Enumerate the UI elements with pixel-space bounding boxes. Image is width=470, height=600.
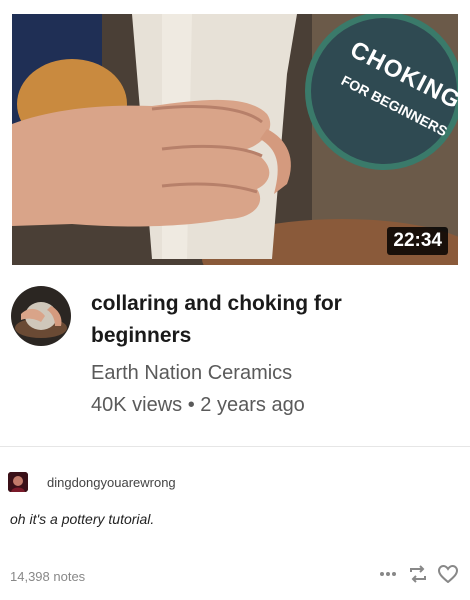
divider [0, 446, 470, 447]
upload-age: 2 years ago [200, 394, 305, 416]
heart-icon[interactable] [438, 564, 458, 584]
duration-badge: 22:34 [387, 227, 448, 255]
notes-count[interactable]: 14,398 notes [10, 569, 85, 584]
video-title[interactable]: collaring and choking for beginners [91, 288, 421, 352]
video-card[interactable]: CHOKING FOR BEGINNERS 22:34 collaring an… [0, 0, 470, 445]
video-meta: 40K views • 2 years ago [91, 394, 305, 417]
post-actions [378, 564, 458, 584]
more-icon[interactable] [378, 564, 398, 584]
reblog-icon[interactable] [408, 564, 428, 584]
post-comment: oh it's a pottery tutorial. [10, 511, 155, 527]
username-link[interactable]: dingdongyouarewrong [47, 475, 176, 490]
channel-name[interactable]: Earth Nation Ceramics [91, 362, 292, 385]
channel-avatar[interactable] [11, 286, 71, 346]
view-count: 40K views [91, 394, 183, 416]
meta-separator: • [187, 394, 195, 416]
user-avatar[interactable] [8, 472, 28, 492]
video-thumbnail[interactable]: CHOKING FOR BEGINNERS 22:34 [12, 14, 458, 265]
